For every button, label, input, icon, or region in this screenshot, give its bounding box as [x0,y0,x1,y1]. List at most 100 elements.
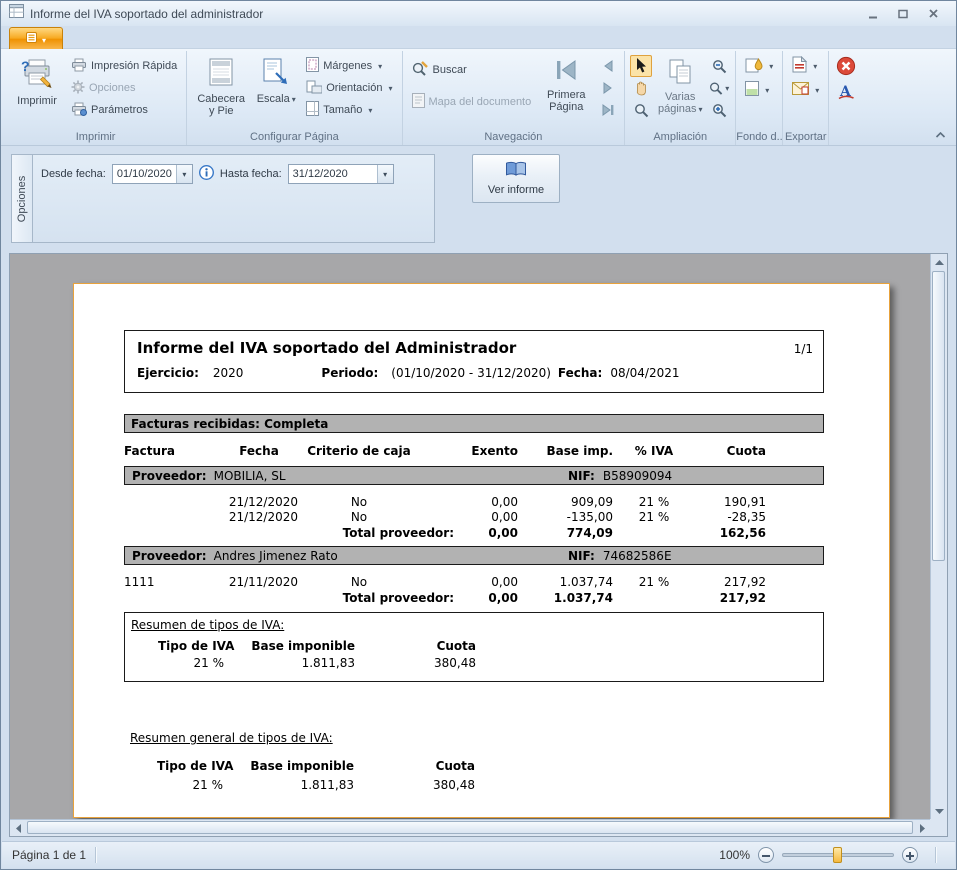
proveedor-label: Proveedor: [132,469,207,483]
scale-button[interactable]: Escala [253,55,299,108]
previous-page-icon [601,59,615,73]
periodo-label: Periodo: [321,366,378,380]
provider-total-row: Total proveedor: 0,00 774,09 162,56 [124,526,824,542]
maximize-button[interactable] [888,4,918,23]
send-email-button[interactable] [788,79,823,101]
zoom-out-button[interactable] [708,55,730,77]
general-iva-summary-title: Resumen general de tipos de IVA: [130,731,333,745]
print-label: Imprimir [17,95,57,108]
fecha-label: Fecha: [558,366,602,380]
from-date-label: Desde fecha: [41,168,106,180]
last-page-button[interactable] [597,99,619,121]
scale-label: Escala [257,93,296,106]
options-tab[interactable]: Opciones [11,154,32,243]
chevron-up-icon [935,132,946,138]
horizontal-scroll-thumb[interactable] [27,821,913,834]
size-label: Tamaño [323,104,362,116]
group-label-ampliacion: Ampliación [625,131,735,143]
document-map-button: Mapa del documento [408,91,536,113]
close-icon [928,8,939,19]
quick-print-button[interactable]: Impresión Rápida [67,55,181,77]
report-book-icon [505,161,527,180]
from-date-input[interactable]: 01/10/2020 [112,164,193,184]
pointer-tool-button[interactable] [630,55,652,77]
zoom-slider-handle[interactable] [833,847,842,863]
group-label-exportar: Exportar [783,131,828,143]
options-panel: Desde fecha: 01/10/2020 Hasta fecha: 31/… [32,154,435,243]
close-preview-button[interactable] [835,55,857,77]
options-tab-label: Opciones [16,175,28,221]
zoom-in-icon [712,103,727,118]
size-button[interactable]: Tamaño [302,99,396,121]
zoom-increase-button[interactable] [902,847,918,863]
view-report-label: Ver informe [488,184,544,196]
vertical-scroll-thumb[interactable] [932,271,945,561]
ribbon-utilities: A [829,51,863,145]
header-footer-icon [209,58,233,90]
parameters-button[interactable]: Parámetros [67,99,181,121]
group-label-navegacion: Navegación [403,131,625,143]
application-menu-button[interactable] [9,27,63,49]
page-color-button[interactable] [741,79,777,101]
report-page[interactable]: Informe del IVA soportado del Administra… [73,283,890,818]
scroll-right-button[interactable] [914,820,930,837]
window-controls [858,4,948,23]
scroll-left-button[interactable] [10,820,26,837]
vertical-scrollbar[interactable] [930,254,947,819]
multiple-pages-button[interactable]: Varias páginas [655,55,705,119]
minimize-icon [868,9,878,19]
report-page-number: 1/1 [794,342,813,356]
view-report-button[interactable]: Ver informe [472,154,560,203]
next-page-button[interactable] [597,77,619,99]
first-page-button[interactable]: Primera Página [538,55,594,117]
document-map-icon [412,93,425,111]
zoom-slider[interactable] [782,847,894,863]
col-criterio: Criterio de caja [304,444,414,460]
minimize-button[interactable] [858,4,888,23]
zoom-button[interactable] [708,77,730,99]
col-fecha: Fecha [214,444,304,460]
to-date-dropdown-button[interactable] [377,165,393,183]
quick-print-label: Impresión Rápida [91,60,177,72]
preview-area[interactable]: Informe del IVA soportado del Administra… [9,253,948,837]
export-document-icon [792,56,807,76]
table-row: 21/12/2020 No 0,00 909,09 21 % 190,91 [124,495,824,510]
dropdown-caret-icon [42,30,46,48]
zoom-in-button[interactable] [708,99,730,121]
close-button[interactable] [918,4,948,23]
to-date-value[interactable]: 31/12/2020 [289,165,377,183]
watermark-text-button[interactable]: A [835,80,857,102]
title-bar[interactable]: Informe del IVA soportado del administra… [1,1,956,26]
scroll-up-button[interactable] [931,254,948,270]
previous-page-button[interactable] [597,55,619,77]
from-date-value[interactable]: 01/10/2020 [113,165,176,183]
magnifier-tool-button[interactable] [630,99,652,121]
hand-tool-button[interactable] [630,77,652,99]
print-button[interactable]: ? Imprimir [10,55,64,110]
header-footer-button[interactable]: Cabecera y Pie [192,55,250,121]
export-document-button[interactable] [788,55,823,77]
header-footer-label: Cabecera y Pie [195,93,247,118]
orientation-button[interactable]: Orientación [302,77,396,99]
iva-summary-row: 21 % 1.811,83 380,48 [131,656,823,670]
table-row: 21/12/2020 No 0,00 -135,00 21 % -28,35 [124,510,824,525]
zoom-decrease-button[interactable] [758,847,774,863]
scroll-down-button[interactable] [931,803,948,819]
page-color-icon [745,81,759,99]
watermark-button[interactable] [741,55,777,77]
from-date-dropdown-button[interactable] [176,165,192,183]
to-date-input[interactable]: 31/12/2020 [288,164,394,184]
statusbar-separator [95,847,96,863]
print-options-label: Opciones [89,82,135,94]
horizontal-scrollbar[interactable] [10,819,930,836]
provider-bar: Proveedor: Andres Jimenez Rato NIF:74682… [124,546,824,565]
collapse-ribbon-button[interactable] [932,129,948,141]
orientation-icon [306,80,322,97]
print-options-button: Opciones [67,77,181,99]
search-button[interactable]: Buscar [408,59,536,81]
arrow-left-icon [16,824,21,833]
margins-button[interactable]: Márgenes [302,55,396,77]
provider-bar: Proveedor: MOBILIA, SL NIF:B58909094 [124,466,824,485]
pointer-icon [635,58,647,74]
ribbon-group-navegacion: Buscar Mapa del documento Primera Página [403,51,626,145]
